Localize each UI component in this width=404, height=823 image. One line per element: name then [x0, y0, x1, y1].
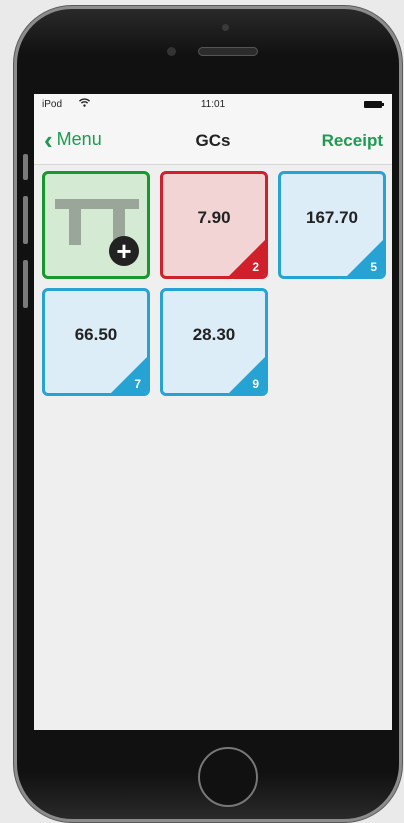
check-amount: 28.30: [192, 325, 236, 344]
receipt-button[interactable]: Receipt: [322, 131, 383, 151]
guest-check-tile[interactable]: 66.50 7: [42, 288, 150, 396]
guest-check-tile[interactable]: 7.90 2: [160, 171, 268, 279]
mute-switch: [23, 154, 28, 180]
guest-count: 9: [252, 377, 259, 391]
page: iPod 11:01 ‹ Menu GCs Receipt + 7.90 2 1…: [0, 0, 404, 823]
plus-circle-icon: +: [109, 236, 139, 266]
check-amount: 66.50: [74, 325, 118, 344]
front-camera: [167, 47, 176, 56]
status-bar: iPod 11:01: [34, 94, 392, 116]
corner-badge: [347, 240, 383, 276]
volume-up-button: [23, 196, 28, 244]
earpiece-speaker: [198, 47, 258, 56]
volume-down-button: [23, 260, 28, 308]
guest-check-tile[interactable]: 28.30 9: [160, 288, 268, 396]
navigation-bar: ‹ Menu GCs Receipt: [34, 116, 392, 165]
check-amount: 167.70: [306, 208, 358, 227]
home-button[interactable]: [198, 747, 258, 807]
app-screen: iPod 11:01 ‹ Menu GCs Receipt + 7.90 2 1…: [34, 94, 392, 730]
corner-badge: [229, 357, 265, 393]
guest-check-tile[interactable]: 167.70 5: [278, 171, 386, 279]
battery-icon: [364, 101, 384, 108]
proximity-sensor: [222, 24, 229, 31]
guest-count: 7: [134, 377, 141, 391]
guest-count: 2: [252, 260, 259, 274]
add-table-tile[interactable]: +: [42, 171, 150, 279]
guest-count: 5: [370, 260, 377, 274]
corner-badge: [229, 240, 265, 276]
check-amount: 7.90: [197, 208, 231, 227]
status-time: 11:01: [200, 99, 226, 110]
corner-badge: [111, 357, 147, 393]
